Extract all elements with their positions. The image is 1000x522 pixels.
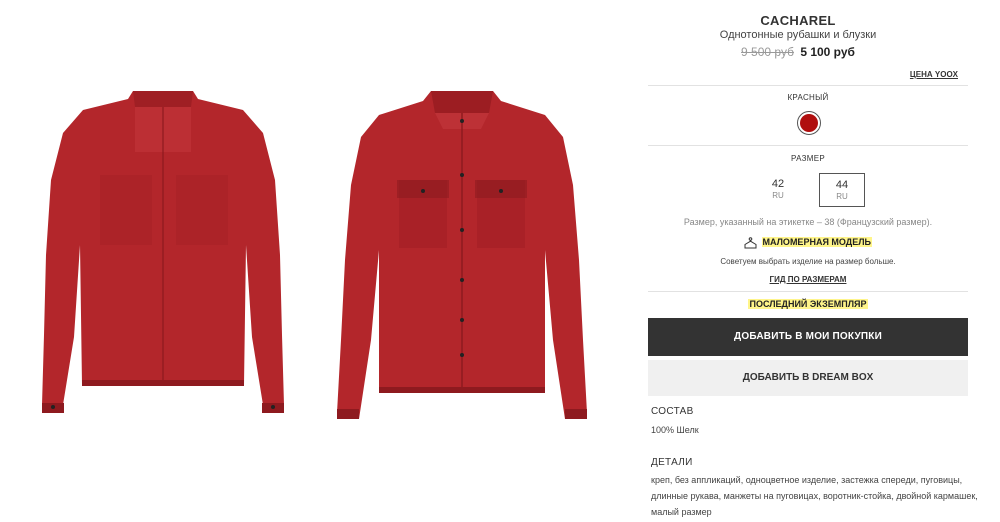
price-row: 9 500 руб 5 100 руб [648, 45, 948, 59]
details-title: ДЕТАЛИ [651, 457, 693, 468]
fit-label: МАЛОМЕРНАЯ МОДЕЛЬ [761, 237, 872, 248]
add-to-cart-button[interactable]: ДОБАВИТЬ В МОИ ПОКУПКИ [648, 318, 968, 356]
shirt-back-image[interactable] [38, 85, 288, 430]
size-option-44[interactable]: 44 RU [819, 173, 865, 207]
product-info-panel: CACHAREL Однотонные рубашки и блузки 9 5… [648, 0, 978, 522]
size-label-note: Размер, указанный на этикетке – 38 (Фран… [683, 217, 933, 227]
color-label: КРАСНЫЙ [787, 93, 829, 102]
details-line-3: малый размер [651, 507, 712, 517]
composition-title: СОСТАВ [651, 406, 694, 417]
size-label: РАЗМЕР [790, 154, 825, 163]
composition-text: 100% Шелк [651, 425, 699, 435]
size-region: RU [772, 191, 784, 200]
size-region: RU [836, 192, 848, 201]
fit-advice: Советуем выбрать изделие на размер больш… [720, 257, 896, 266]
divider [648, 291, 968, 292]
brand-name: CACHAREL [760, 13, 836, 28]
divider [648, 145, 968, 146]
divider [648, 85, 968, 86]
sale-price: 5 100 руб [800, 45, 855, 59]
size-value: 44 [835, 179, 849, 191]
product-category: Однотонные рубашки и блузки [719, 29, 877, 41]
size-guide-link[interactable]: ГИД ПО РАЗМЕРАМ [648, 275, 968, 284]
size-option-42[interactable]: 42 RU [755, 173, 801, 207]
size-value: 42 [771, 178, 785, 190]
shirt-front-image[interactable] [333, 85, 591, 430]
details-line-1: креп, без аппликаций, одноцветное издели… [651, 475, 963, 485]
add-to-dreambox-button[interactable]: ДОБАВИТЬ В DREAM BOX [648, 360, 968, 396]
details-line-2: длинные рукава, манжеты на пуговицах, во… [651, 491, 978, 501]
yoox-price-link[interactable]: ЦЕНА YOOX [910, 70, 958, 79]
fit-notice: МАЛОМЕРНАЯ МОДЕЛЬ [648, 237, 968, 249]
color-swatch-red[interactable] [797, 111, 821, 135]
product-image-gallery [0, 0, 640, 522]
stock-notice-text: ПОСЛЕДНИЙ ЭКЗЕМПЛЯР [748, 299, 868, 309]
hanger-shirt-icon [744, 237, 757, 249]
color-swatch-fill [800, 114, 818, 132]
old-price: 9 500 руб [741, 45, 794, 59]
stock-notice: ПОСЛЕДНИЙ ЭКЗЕМПЛЯР [648, 299, 968, 309]
